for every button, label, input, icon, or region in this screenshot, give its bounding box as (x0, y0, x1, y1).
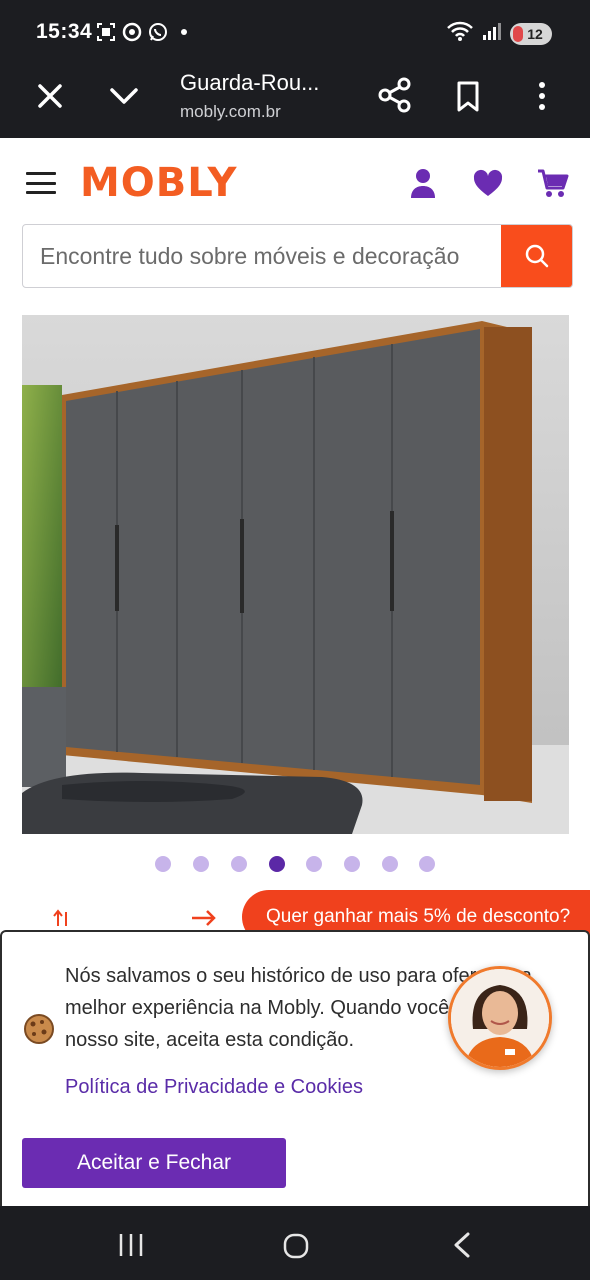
browser-toolbar: Guarda-Rou... mobly.com.br (0, 64, 590, 138)
battery-icon: 12 (510, 22, 552, 45)
cart-icon[interactable] (536, 166, 570, 200)
carousel-dot[interactable] (306, 856, 322, 872)
search-button[interactable] (501, 225, 572, 287)
home-icon[interactable] (282, 1232, 310, 1260)
sort-icon[interactable] (52, 908, 80, 928)
status-bar: 15:34 12 (0, 0, 590, 64)
web-page: MOBLY Encontre tudo sobre móveis e decor… (0, 138, 590, 1206)
heart-icon[interactable] (471, 166, 505, 200)
status-time: 15:34 (36, 20, 93, 43)
back-icon[interactable] (450, 1230, 474, 1260)
product-image[interactable] (22, 315, 569, 834)
battery-level: 12 (527, 25, 543, 42)
status-system-icons: 12 (446, 20, 552, 47)
mobly-logo[interactable]: MOBLY (80, 160, 238, 206)
chrome-icon (122, 22, 142, 42)
chevron-down-icon[interactable] (104, 76, 144, 116)
carousel-dot[interactable] (382, 856, 398, 872)
cookie-icon (22, 1012, 56, 1046)
signal-icon (482, 21, 502, 46)
accept-close-button[interactable]: Aceitar e Fechar (22, 1138, 286, 1188)
menu-icon[interactable] (26, 172, 56, 194)
more-options-icon[interactable] (522, 76, 562, 116)
assistant-avatar[interactable] (448, 966, 552, 1070)
dot-icon (174, 22, 194, 42)
status-notification-icons (96, 22, 194, 42)
recent-apps-icon[interactable] (116, 1232, 146, 1258)
close-icon[interactable] (30, 76, 70, 116)
arrow-right-icon[interactable] (190, 908, 218, 928)
search-input[interactable] (23, 225, 503, 287)
wifi-icon (446, 20, 474, 47)
bookmark-icon[interactable] (448, 76, 488, 116)
carousel-dot[interactable] (155, 856, 171, 872)
carousel-dots (0, 854, 590, 874)
system-nav-bar (0, 1206, 590, 1280)
carousel-dot[interactable] (344, 856, 360, 872)
screenshot-icon (96, 22, 116, 42)
action-icons-row (50, 908, 250, 928)
browser-domain[interactable]: mobly.com.br (180, 102, 281, 122)
share-icon[interactable] (374, 74, 416, 116)
site-header: MOBLY (0, 138, 590, 222)
privacy-policy-link[interactable]: Política de Privacidade e Cookies (65, 1076, 363, 1099)
carousel-dot-active[interactable] (269, 856, 285, 872)
carousel-dot[interactable] (231, 856, 247, 872)
account-icon[interactable] (406, 166, 440, 200)
search-bar (22, 224, 573, 288)
browser-page-title[interactable]: Guarda-Rou... (180, 70, 319, 96)
search-icon (525, 244, 548, 268)
carousel-dot[interactable] (419, 856, 435, 872)
carousel-dot[interactable] (193, 856, 209, 872)
whatsapp-icon (148, 22, 168, 42)
